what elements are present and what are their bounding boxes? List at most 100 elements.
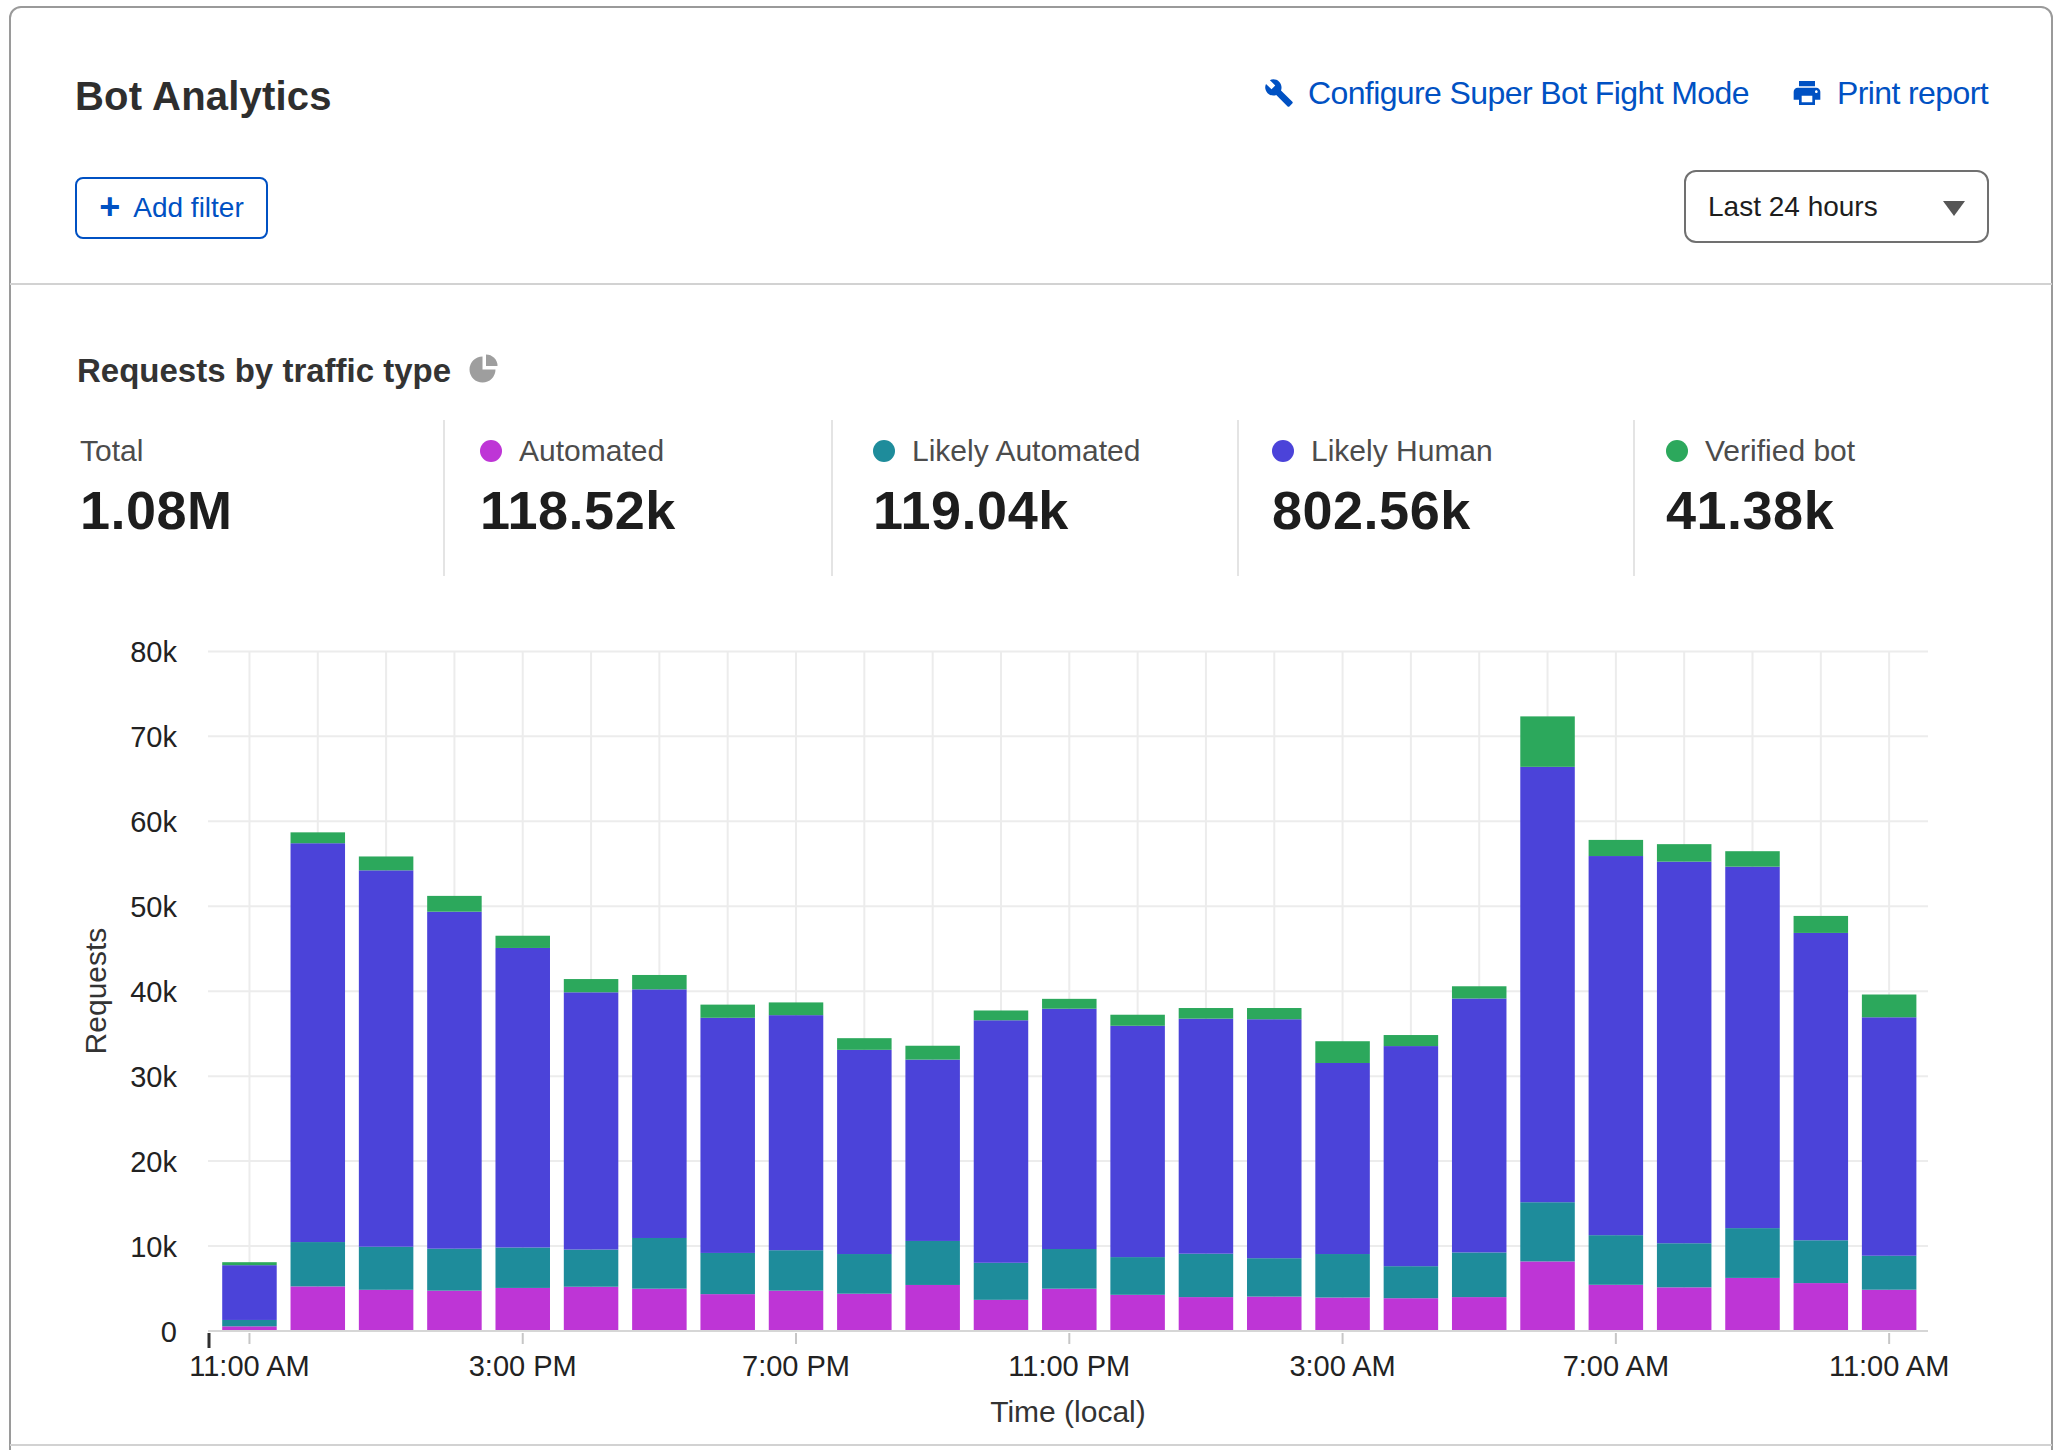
bar-segment-likely-automated[interactable] [1520, 1202, 1575, 1261]
bar-segment-automated[interactable] [1589, 1285, 1644, 1331]
bar-segment-automated[interactable] [1657, 1287, 1712, 1331]
bar-segment-automated[interactable] [1452, 1297, 1507, 1331]
bar-segment-likely-automated[interactable] [427, 1249, 482, 1291]
bar-segment-likely-human[interactable] [1384, 1046, 1439, 1266]
bar-segment-verified-bot[interactable] [837, 1038, 892, 1050]
bar-segment-likely-automated[interactable] [632, 1238, 687, 1289]
bar-segment-verified-bot[interactable] [632, 975, 687, 989]
bar-segment-likely-human[interactable] [1589, 856, 1644, 1235]
bar-segment-likely-automated[interactable] [1247, 1258, 1302, 1296]
bar-segment-likely-automated[interactable] [700, 1253, 755, 1294]
bar-segment-likely-human[interactable] [1110, 1026, 1165, 1257]
bar-segment-verified-bot[interactable] [291, 832, 346, 843]
bar-segment-likely-human[interactable] [291, 843, 346, 1242]
bar-segment-likely-automated[interactable] [905, 1241, 960, 1285]
bar-segment-likely-human[interactable] [1452, 999, 1507, 1253]
bar-segment-likely-automated[interactable] [1862, 1256, 1917, 1290]
bar-segment-likely-human[interactable] [495, 948, 550, 1248]
bar-segment-likely-human[interactable] [1042, 1009, 1097, 1249]
bar-segment-likely-automated[interactable] [359, 1247, 414, 1290]
bar-segment-likely-automated[interactable] [1589, 1235, 1644, 1285]
bar-segment-likely-human[interactable] [359, 870, 414, 1246]
bar-segment-verified-bot[interactable] [974, 1010, 1029, 1020]
bar-segment-automated[interactable] [1725, 1278, 1780, 1331]
bar-segment-likely-automated[interactable] [1794, 1240, 1849, 1283]
bar-segment-likely-automated[interactable] [1110, 1257, 1165, 1295]
bar-segment-verified-bot[interactable] [1725, 851, 1780, 866]
bar-segment-automated[interactable] [359, 1290, 414, 1331]
bar-segment-likely-human[interactable] [905, 1060, 960, 1241]
bar-segment-likely-human[interactable] [564, 992, 619, 1249]
bar-segment-likely-automated[interactable] [1042, 1249, 1097, 1289]
bar-segment-verified-bot[interactable] [1794, 916, 1849, 933]
bar-segment-verified-bot[interactable] [1179, 1008, 1234, 1019]
bar-segment-likely-automated[interactable] [1725, 1228, 1780, 1278]
bar-segment-likely-human[interactable] [837, 1050, 892, 1254]
bar-segment-verified-bot[interactable] [1247, 1008, 1302, 1019]
bar-segment-automated[interactable] [837, 1294, 892, 1331]
bar-segment-verified-bot[interactable] [222, 1262, 277, 1265]
bar-segment-likely-automated[interactable] [1384, 1266, 1439, 1298]
bar-segment-likely-automated[interactable] [1315, 1254, 1370, 1297]
bar-segment-likely-automated[interactable] [974, 1263, 1029, 1300]
bar-segment-automated[interactable] [291, 1286, 346, 1331]
bar-segment-verified-bot[interactable] [1315, 1041, 1370, 1063]
bar-segment-likely-human[interactable] [1247, 1019, 1302, 1258]
bar-segment-likely-human[interactable] [1520, 767, 1575, 1202]
bar-segment-likely-automated[interactable] [222, 1320, 277, 1326]
bar-segment-likely-human[interactable] [427, 912, 482, 1249]
bar-segment-automated[interactable] [1862, 1290, 1917, 1331]
bar-segment-automated[interactable] [1247, 1297, 1302, 1331]
bar-segment-likely-human[interactable] [632, 989, 687, 1238]
bar-segment-likely-automated[interactable] [564, 1250, 619, 1287]
bar-segment-verified-bot[interactable] [1520, 716, 1575, 766]
bar-segment-verified-bot[interactable] [359, 856, 414, 870]
bar-segment-verified-bot[interactable] [1862, 995, 1917, 1018]
bar-segment-verified-bot[interactable] [1452, 986, 1507, 998]
bar-segment-verified-bot[interactable] [1042, 999, 1097, 1009]
bar-segment-verified-bot[interactable] [700, 1005, 755, 1018]
bar-segment-automated[interactable] [700, 1294, 755, 1331]
bar-segment-likely-automated[interactable] [291, 1242, 346, 1286]
bar-segment-likely-automated[interactable] [1657, 1243, 1712, 1287]
bar-segment-automated[interactable] [1794, 1283, 1849, 1331]
x-tick-label: 7:00 PM [742, 1350, 850, 1382]
bar-segment-likely-human[interactable] [1315, 1063, 1370, 1254]
bar-segment-likely-automated[interactable] [769, 1250, 824, 1290]
bar-segment-likely-automated[interactable] [1452, 1252, 1507, 1297]
bar-segment-likely-human[interactable] [1657, 862, 1712, 1244]
bar-segment-likely-human[interactable] [1862, 1017, 1917, 1255]
bar-segment-likely-human[interactable] [1794, 933, 1849, 1240]
bar-segment-likely-human[interactable] [1179, 1019, 1234, 1254]
bar-segment-automated[interactable] [427, 1291, 482, 1331]
bar-segment-likely-human[interactable] [769, 1015, 824, 1250]
bar-segment-likely-human[interactable] [1725, 867, 1780, 1228]
bar-segment-verified-bot[interactable] [564, 979, 619, 992]
bar-segment-verified-bot[interactable] [427, 896, 482, 912]
bar-segment-verified-bot[interactable] [495, 936, 550, 948]
bar-segment-verified-bot[interactable] [1384, 1035, 1439, 1046]
bar-segment-automated[interactable] [1520, 1261, 1575, 1331]
bar-segment-automated[interactable] [1315, 1298, 1370, 1331]
bar-segment-automated[interactable] [632, 1289, 687, 1331]
bar-segment-automated[interactable] [974, 1300, 1029, 1331]
bar-segment-automated[interactable] [769, 1291, 824, 1331]
bar-segment-likely-automated[interactable] [837, 1254, 892, 1294]
bar-segment-likely-automated[interactable] [1179, 1254, 1234, 1297]
bar-segment-verified-bot[interactable] [1110, 1015, 1165, 1026]
bar-segment-verified-bot[interactable] [1657, 844, 1712, 861]
bar-segment-automated[interactable] [1110, 1295, 1165, 1331]
bar-segment-verified-bot[interactable] [905, 1046, 960, 1060]
bar-segment-automated[interactable] [1042, 1289, 1097, 1331]
bar-segment-verified-bot[interactable] [769, 1002, 824, 1015]
bar-segment-automated[interactable] [495, 1288, 550, 1331]
bar-segment-likely-human[interactable] [222, 1265, 277, 1320]
bar-segment-automated[interactable] [1179, 1297, 1234, 1331]
bar-segment-likely-human[interactable] [974, 1020, 1029, 1263]
bar-segment-automated[interactable] [1384, 1298, 1439, 1331]
bar-segment-automated[interactable] [564, 1287, 619, 1331]
bar-segment-likely-automated[interactable] [495, 1247, 550, 1287]
bar-segment-likely-human[interactable] [700, 1018, 755, 1253]
bar-segment-automated[interactable] [905, 1285, 960, 1331]
bar-segment-verified-bot[interactable] [1589, 840, 1644, 856]
